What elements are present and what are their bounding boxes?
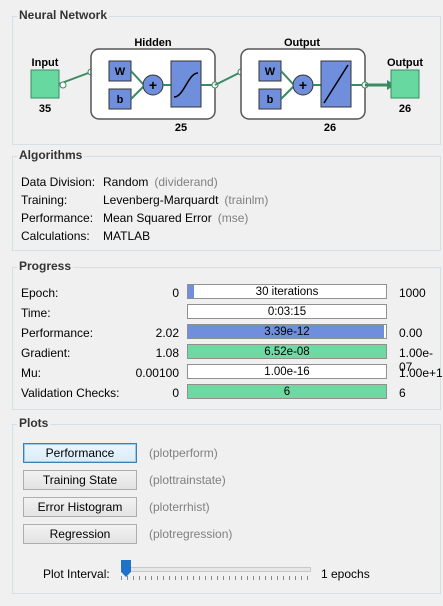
progress-max-value: 1.00e+10: [399, 366, 443, 380]
progress-bar: 0:03:15: [187, 304, 387, 319]
progress-max-value: 0.00: [399, 326, 423, 340]
progress-bar: 6: [187, 384, 387, 399]
algo-row-training: Training: Levenberg-Marquardt (trainlm): [21, 193, 269, 207]
input-box: [30, 69, 60, 99]
progress-bar-value: 1.00e-16: [264, 366, 310, 378]
progress-bar-value: 6.52e-08: [264, 346, 310, 358]
plot-error-histogram-button[interactable]: Error Histogram: [23, 497, 137, 517]
plot-performance-hint: (plotperform): [149, 446, 218, 460]
algorithms-title: Algorithms: [17, 148, 85, 162]
progress-bar: 1.00e-16: [187, 364, 387, 379]
progress-label: Mu:: [21, 366, 42, 380]
hidden-label: Hidden: [134, 37, 172, 49]
algo-row-performance: Performance: Mean Squared Error (mse): [21, 211, 249, 225]
svg-text:+: +: [149, 77, 157, 93]
plot-training-state-hint: (plottrainstate): [149, 473, 226, 487]
progress-min-value: 0: [172, 386, 179, 400]
output-weight-label: W: [265, 66, 276, 78]
progress-row-mu: Mu: 0.00100 1.00e-16 1.00e+10: [21, 364, 443, 382]
hidden-bias-label: b: [117, 94, 124, 106]
neural-network-panel: Neural Network Input 35 Hidden W b + 25 …: [12, 8, 441, 145]
progress-max-value: 1000: [399, 286, 426, 300]
network-diagram: Input 35 Hidden W b + 25 Output W b + 26…: [30, 37, 423, 134]
output-bias-label: b: [267, 94, 274, 106]
progress-label: Validation Checks:: [21, 386, 120, 400]
output-label: Output: [387, 57, 423, 69]
progress-row-epoch: Epoch: 0 30 iterations 1000: [21, 284, 436, 302]
progress-min-value: 2.02: [155, 326, 179, 340]
progress-min-value: 0: [172, 286, 179, 300]
progress-bar: 30 iterations: [187, 284, 387, 299]
progress-panel: Progress Epoch: 0 30 iterations 1000 Time: 0:…: [12, 259, 443, 410]
input-label: Input: [32, 57, 59, 69]
slider-track: [121, 567, 311, 572]
progress-row-validation-checks: Validation Checks: 0 6 6: [21, 384, 436, 402]
progress-row-performance: Performance: 2.02 3.39e-12 0.00: [21, 324, 436, 342]
progress-label: Epoch:: [21, 286, 59, 300]
progress-bar-value: 30 iterations: [255, 286, 319, 298]
hidden-weight-label: W: [115, 66, 126, 78]
output-size: 26: [399, 103, 411, 115]
slider-ticks: [121, 576, 311, 580]
svg-text:+: +: [299, 77, 307, 93]
progress-max-value: 6: [399, 386, 406, 400]
plot-interval-label: Plot Interval:: [43, 567, 110, 581]
progress-label: Gradient:: [21, 346, 71, 360]
progress-bar-value: 6: [283, 386, 291, 398]
output-layer-size: 26: [324, 122, 336, 134]
plot-regression-hint: (plotregression): [149, 527, 233, 541]
slider-thumb[interactable]: [121, 560, 131, 577]
plot-error-histogram-hint: (ploterrhist): [149, 500, 210, 514]
algo-row-division: Data Division: Random (dividerand): [21, 175, 218, 189]
plot-interval-slider[interactable]: [121, 560, 311, 584]
progress-row-time: Time: 0:03:15: [21, 304, 436, 322]
progress-min-value: 1.08: [155, 346, 179, 360]
plot-regression-button[interactable]: Regression: [23, 524, 137, 544]
plots-title: Plots: [17, 416, 51, 430]
progress-min-value: 0.00100: [135, 366, 179, 380]
plot-performance-button[interactable]: Performance: [23, 443, 137, 463]
progress-label: Performance:: [21, 326, 94, 340]
progress-row-gradient: Gradient: 1.08 6.52e-08 1.00e-07: [21, 344, 436, 374]
output-box: [390, 69, 420, 99]
progress-label: Time:: [21, 306, 51, 320]
progress-bar: 6.52e-08: [187, 344, 387, 359]
progress-bar-value: 0:03:15: [267, 306, 307, 318]
algorithms-panel: Algorithms Data Division: Random (dividera…: [12, 148, 441, 251]
plot-training-state-button[interactable]: Training State: [23, 470, 137, 490]
plot-interval-value: 1 epochs: [321, 567, 370, 581]
hidden-size: 25: [175, 122, 187, 134]
progress-title: Progress: [17, 259, 74, 273]
input-size: 35: [39, 103, 51, 115]
progress-bar-value: 3.39e-12: [264, 326, 310, 338]
plots-panel: Plots Performance (plotperform) Training…: [12, 416, 441, 594]
progress-bar: 3.39e-12: [187, 324, 387, 339]
algo-row-calculations: Calculations: MATLAB: [21, 229, 151, 243]
output-layer-label: Output: [284, 37, 320, 49]
